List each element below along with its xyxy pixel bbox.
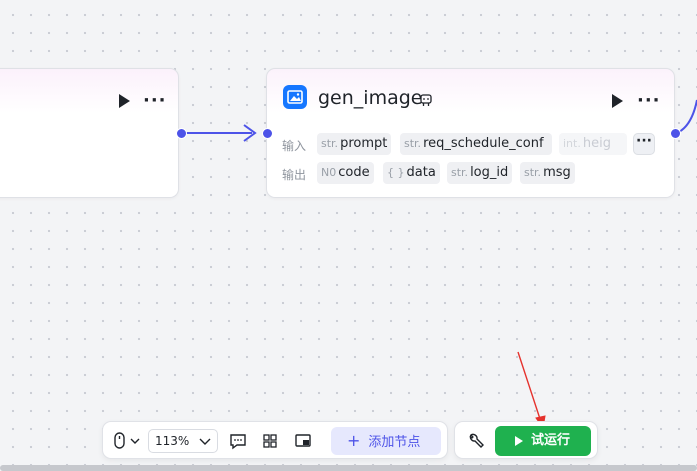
- image-icon: [283, 85, 307, 109]
- zoom-value: 113%: [155, 434, 190, 448]
- input-param-req-schedule-conf: str. req_schedule_conf: [400, 133, 552, 155]
- node-more-icon[interactable]: ···: [637, 92, 661, 110]
- node-gen-image[interactable]: gen_image ··· 输入 str. prompt str. req_sche…: [266, 68, 675, 198]
- input-label: 输入: [282, 139, 307, 153]
- debug-settings-button[interactable]: [464, 429, 488, 453]
- input-param-height: int. heig: [559, 133, 627, 155]
- output-label: 输出: [282, 168, 307, 182]
- node-title: gen_image: [318, 87, 423, 109]
- node-more-icon[interactable]: ···: [143, 92, 167, 110]
- comment-icon: [230, 434, 246, 450]
- output-port[interactable]: [670, 128, 681, 139]
- horizontal-scrollbar[interactable]: [0, 465, 697, 471]
- minimap-button[interactable]: [292, 429, 314, 453]
- node-run-icon[interactable]: [612, 94, 623, 108]
- test-run-button[interactable]: 试运行: [495, 426, 591, 456]
- layout-button[interactable]: [259, 429, 281, 453]
- plus-icon: +: [347, 431, 361, 450]
- more-inputs-button[interactable]: ···: [633, 133, 655, 155]
- zoom-select[interactable]: 113%: [148, 429, 218, 453]
- minimap-icon: [295, 434, 311, 447]
- outgoing-edge: [676, 99, 697, 134]
- input-port[interactable]: [262, 128, 273, 139]
- play-icon: [515, 436, 523, 446]
- add-node-button[interactable]: + 添加节点: [331, 427, 441, 455]
- test-run-label: 试运行: [531, 433, 571, 448]
- output-param-msg: str. msg: [520, 162, 575, 184]
- output-param-code: N0 code: [317, 162, 374, 184]
- input-param-prompt: str. prompt: [317, 133, 392, 155]
- grid-layout-icon: [263, 434, 277, 448]
- mouse-mode-button[interactable]: [112, 429, 142, 453]
- node-run-icon[interactable]: [119, 94, 130, 108]
- output-param-log-id: str. log_id: [447, 162, 513, 184]
- comment-button[interactable]: [227, 429, 249, 453]
- node-previous[interactable]: ···: [0, 68, 179, 198]
- plugin-badge-icon: [420, 94, 432, 106]
- run-toolbar: 试运行: [454, 421, 598, 459]
- canvas-toolbar: 113% + 添加节点: [102, 421, 448, 459]
- output-port[interactable]: [176, 128, 187, 139]
- annotation-arrow-line: [517, 351, 543, 426]
- chevron-down-icon: [199, 438, 211, 445]
- wrench-icon: [469, 433, 484, 448]
- add-node-label: 添加节点: [368, 435, 421, 450]
- mouse-icon: [114, 432, 140, 449]
- output-param-data: { } data: [383, 162, 440, 184]
